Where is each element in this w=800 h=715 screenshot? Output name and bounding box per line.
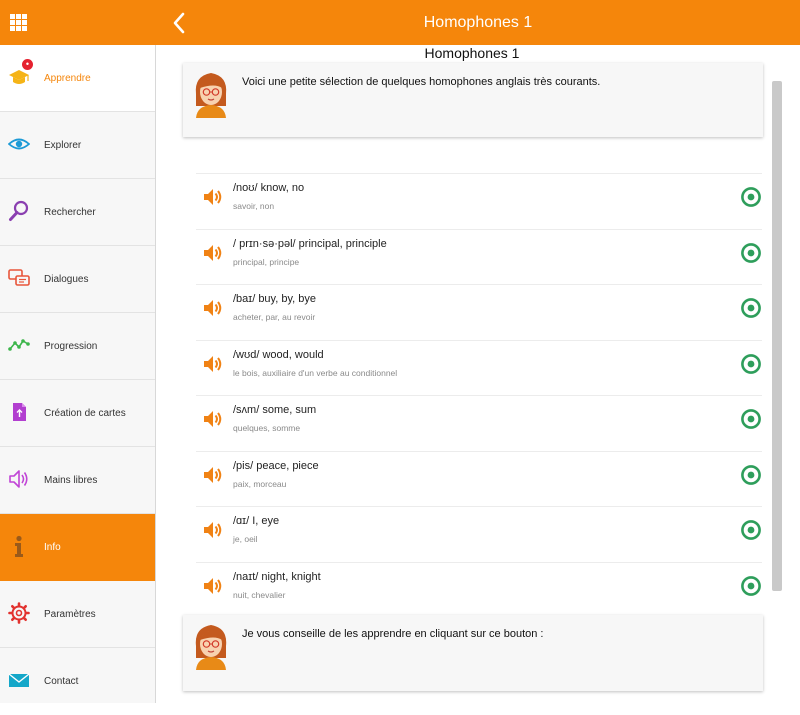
learn-toggle-icon[interactable] xyxy=(741,187,761,207)
list-item[interactable]: / prɪn·sə·pəl/ principal, principle princ… xyxy=(196,228,762,275)
speaker-icon[interactable] xyxy=(202,519,224,541)
sidebar-item-dialogues[interactable]: Dialogues xyxy=(0,246,155,313)
app-title: Homophones 1 xyxy=(423,14,533,31)
list-item[interactable]: /ɑɪ/ I, eye je, oeil xyxy=(196,506,762,552)
list-item[interactable]: /baɪ/ buy, by, bye acheter, par, au revoi… xyxy=(196,284,762,330)
translation-text: quelques, somme xyxy=(233,423,301,433)
homophone-text: /pis/ peace, piece xyxy=(233,459,319,472)
list-item[interactable]: /wʊd/ wood, would le bois, auxiliaire d'u… xyxy=(196,339,762,386)
teacher-avatar xyxy=(195,73,227,118)
sidebar-item-label: Dialogues xyxy=(44,274,89,285)
progress-line-icon xyxy=(8,339,30,351)
learn-toggle-icon[interactable] xyxy=(741,520,761,540)
sidebar-item-explorer[interactable]: Explorer xyxy=(0,112,155,179)
homophone-text: / prɪn·sə·pəl/ principal, principle xyxy=(233,237,387,250)
grid-menu-icon[interactable] xyxy=(10,14,27,31)
intro-text: Voici une petite sélection de quelques h… xyxy=(242,76,601,88)
card-create-icon xyxy=(13,403,26,421)
homophone-text: /naɪt/ night, knight xyxy=(233,570,321,583)
sidebar-item-apprendre[interactable]: • Apprendre xyxy=(0,45,155,112)
translation-text: je, oeil xyxy=(233,534,258,544)
translation-text: nuit, chevalier xyxy=(233,589,286,600)
learn-toggle-icon[interactable] xyxy=(741,298,761,318)
homophone-text: /wʊd/ wood, would xyxy=(233,348,324,361)
list-item[interactable]: /naɪt/ night, knight nuit, chevalier xyxy=(196,561,762,608)
magnifier-icon xyxy=(9,200,29,221)
speaker-icon[interactable] xyxy=(202,297,224,319)
scrollbar-thumb[interactable] xyxy=(772,81,782,591)
sidebar-item-label: Mains libres xyxy=(44,475,98,486)
sidebar-item-label: Explorer xyxy=(44,140,82,151)
gear-icon xyxy=(8,602,30,624)
sidebar-item-label: Contact xyxy=(44,676,79,687)
outro-card: Je vous conseille de les apprendre en cl… xyxy=(183,615,763,691)
sidebar-item-progression[interactable]: Progression xyxy=(0,313,155,380)
sidebar-item-label: Rechercher xyxy=(44,207,96,218)
sidebar-item-info[interactable]: Info xyxy=(0,514,155,581)
sidebar-item-parametres[interactable]: Paramètres xyxy=(0,581,155,648)
learn-toggle-icon[interactable] xyxy=(741,242,761,263)
translation-text: savoir, non xyxy=(233,201,275,211)
main-content: Homophones 1 Voici une petite sélection … xyxy=(156,45,800,703)
info-icon xyxy=(15,535,23,557)
intro-card: Voici une petite sélection de quelques h… xyxy=(183,63,763,137)
sidebar-item-label: Apprendre xyxy=(44,73,91,84)
homophone-text: /noʊ/ know, no xyxy=(233,182,305,194)
homophone-text: /ɑɪ/ I, eye xyxy=(233,515,280,527)
homophone-text: /sʌm/ some, sum xyxy=(233,404,317,416)
page-title: Homophones 1 xyxy=(424,45,520,61)
sidebar: • Apprendre Explorer Rechercher Dialogue… xyxy=(0,45,156,703)
teacher-avatar xyxy=(195,625,227,670)
speaker-icon[interactable] xyxy=(202,186,224,208)
sidebar-item-contact[interactable]: Contact xyxy=(0,648,155,715)
speaker-icon[interactable] xyxy=(202,408,224,430)
learn-toggle-icon[interactable] xyxy=(741,464,761,485)
sidebar-item-label: Création de cartes xyxy=(44,408,126,419)
envelope-icon xyxy=(8,673,30,687)
eye-icon xyxy=(8,138,30,150)
speaker-icon xyxy=(9,470,28,488)
outro-text: Je vous conseille de les apprendre en cl… xyxy=(242,628,544,640)
list-item[interactable]: /pis/ peace, piece paix, morceau xyxy=(196,450,762,497)
translation-text: paix, morceau xyxy=(233,478,287,489)
speaker-icon[interactable] xyxy=(202,575,224,597)
learn-toggle-icon[interactable] xyxy=(741,409,761,429)
sidebar-item-label: Progression xyxy=(44,341,98,352)
homophone-text: /baɪ/ buy, by, bye xyxy=(233,293,316,305)
speaker-icon[interactable] xyxy=(202,353,224,375)
chat-bubbles-icon xyxy=(8,269,30,286)
learn-toggle-icon[interactable] xyxy=(741,575,761,596)
list-item[interactable]: /sʌm/ some, sum quelques, somme xyxy=(196,395,762,441)
speaker-icon[interactable] xyxy=(202,242,224,264)
notification-badge: • xyxy=(21,58,34,71)
translation-text: principal, principe xyxy=(233,256,300,267)
list-item[interactable]: /noʊ/ know, no savoir, non xyxy=(196,173,762,219)
speaker-icon[interactable] xyxy=(202,464,224,486)
sidebar-item-label: Info xyxy=(44,542,61,553)
sidebar-item-mains-libres[interactable]: Mains libres xyxy=(0,447,155,514)
sidebar-item-creation-cartes[interactable]: Création de cartes xyxy=(0,380,155,447)
sidebar-item-rechercher[interactable]: Rechercher xyxy=(0,179,155,246)
translation-text: le bois, auxiliaire d'un verbe au condit… xyxy=(233,367,398,378)
translation-text: acheter, par, au revoir xyxy=(233,312,316,322)
learn-toggle-icon[interactable] xyxy=(741,353,761,374)
sidebar-item-label: Paramètres xyxy=(44,609,96,620)
top-app-bar: Homophones 1 xyxy=(0,0,800,45)
